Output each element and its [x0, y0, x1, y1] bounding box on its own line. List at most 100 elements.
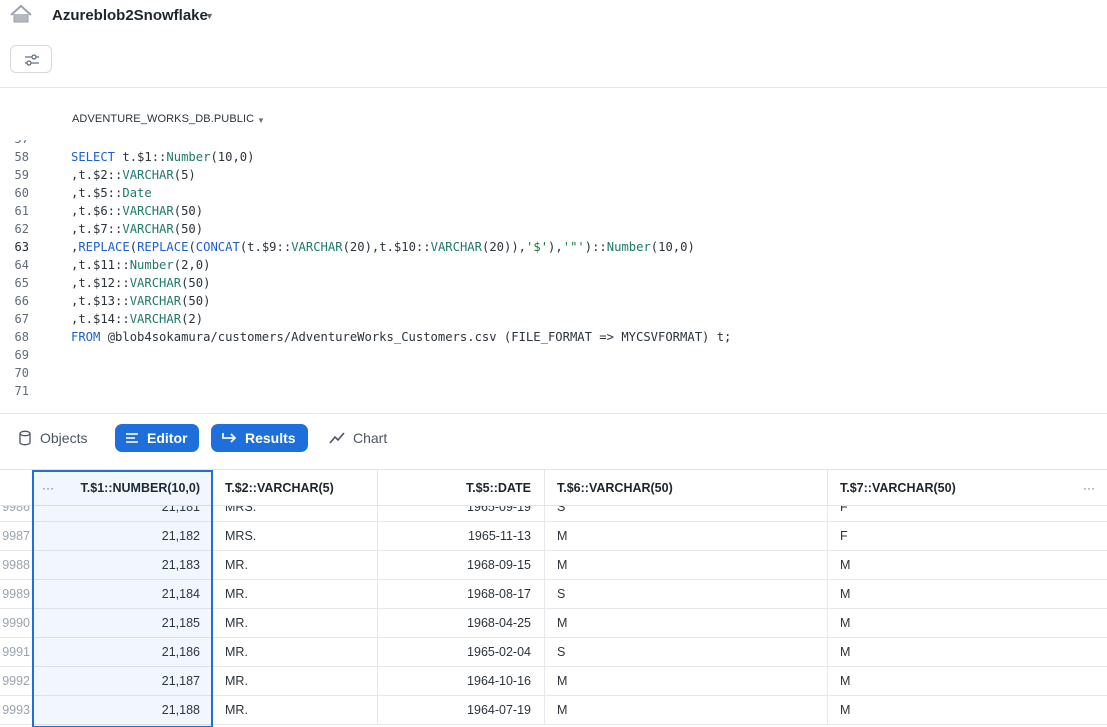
code-line[interactable]: 58 SELECT t.$1::Number(10,0): [0, 148, 1107, 166]
chevron-down-icon[interactable]: ▼: [257, 116, 265, 125]
table-cell[interactable]: M: [545, 696, 828, 725]
table-cell[interactable]: 1965-11-13: [378, 522, 545, 551]
database-context-selector[interactable]: ADVENTURE_WORKS_DB.PUBLIC: [72, 113, 254, 125]
row-number: 9992: [2, 674, 30, 688]
code-line[interactable]: 64 ,t.$11::Number(2,0): [0, 256, 1107, 274]
filter-settings-button[interactable]: [10, 45, 52, 73]
table-cell[interactable]: 21,182: [32, 522, 213, 551]
table-cell[interactable]: MR.: [213, 551, 378, 580]
code-line[interactable]: 69: [0, 346, 1107, 364]
table-cell[interactable]: MR.: [213, 667, 378, 696]
table-cell[interactable]: M: [828, 667, 1107, 696]
table-cell[interactable]: MRS.: [213, 522, 378, 551]
line-number: 67: [14, 312, 29, 326]
line-number: 62: [14, 222, 29, 236]
line-number: 58: [14, 150, 29, 164]
table-cell[interactable]: M: [828, 638, 1107, 667]
table-cell[interactable]: M: [545, 667, 828, 696]
code-line[interactable]: 63 ,REPLACE(REPLACE(CONCAT(t.$9::VARCHAR(…: [0, 238, 1107, 256]
column-menu-icon[interactable]: ···: [1083, 470, 1095, 506]
table-cell[interactable]: M: [545, 522, 828, 551]
code-line[interactable]: 59 ,t.$2::VARCHAR(5): [0, 166, 1107, 184]
sql-editor[interactable]: 5758 SELECT t.$1::Number(10,0)59 ,t.$2::VA…: [0, 140, 1107, 412]
table-cell[interactable]: MR.: [213, 696, 378, 725]
table-cell[interactable]: 21,184: [32, 580, 213, 609]
table-cell[interactable]: MR.: [213, 580, 378, 609]
results-grid[interactable]: 9986 21,181 MRS. 1965-09-19 S F 9987 21,182 MRS.…: [0, 469, 1107, 727]
code-text: ,t.$13::VARCHAR(50): [71, 294, 211, 308]
code-text: ,REPLACE(REPLACE(CONCAT(t.$9::VARCHAR(20…: [71, 240, 695, 254]
table-cell[interactable]: S: [545, 638, 828, 667]
table-row[interactable]: 9992 21,187 MR. 1964-10-16 M M: [0, 667, 1107, 696]
line-chart-icon: [329, 432, 345, 444]
table-cell[interactable]: M: [545, 609, 828, 638]
code-text: FROM @blob4sokamura/customers/AdventureW…: [71, 330, 732, 344]
row-number: 9988: [2, 558, 30, 572]
home-icon[interactable]: [9, 4, 33, 24]
table-cell[interactable]: M: [828, 609, 1107, 638]
table-cell[interactable]: 1964-07-19: [378, 696, 545, 725]
column-header[interactable]: T.$7::VARCHAR(50): [828, 470, 1107, 506]
table-cell[interactable]: 21,185: [32, 609, 213, 638]
table-row[interactable]: 9987 21,182 MRS. 1965-11-13 M F: [0, 522, 1107, 551]
code-line[interactable]: 70: [0, 364, 1107, 382]
table-row[interactable]: 9993 21,188 MR. 1964-07-19 M M: [0, 696, 1107, 725]
worksheet-title[interactable]: Azureblob2Snowflake: [52, 7, 208, 24]
code-line[interactable]: 57: [0, 140, 1107, 148]
table-cell[interactable]: 21,183: [32, 551, 213, 580]
column-header[interactable]: T.$2::VARCHAR(5): [213, 470, 378, 506]
tab-results-label: Results: [245, 430, 296, 446]
table-cell[interactable]: M: [828, 580, 1107, 609]
line-number: 60: [14, 186, 29, 200]
table-cell[interactable]: 1968-08-17: [378, 580, 545, 609]
table-row[interactable]: 9988 21,183 MR. 1968-09-15 M M: [0, 551, 1107, 580]
table-cell[interactable]: 1964-10-16: [378, 667, 545, 696]
column-header[interactable]: T.$6::VARCHAR(50): [545, 470, 828, 506]
line-number: 66: [14, 294, 29, 308]
table-cell[interactable]: F: [828, 522, 1107, 551]
table-cell[interactable]: S: [545, 580, 828, 609]
tab-editor-label: Editor: [147, 430, 188, 446]
table-cell[interactable]: M: [828, 696, 1107, 725]
table-row[interactable]: 9990 21,185 MR. 1968-04-25 M M: [0, 609, 1107, 638]
table-cell[interactable]: 21,186: [32, 638, 213, 667]
code-text: ,t.$6::VARCHAR(50): [71, 204, 204, 218]
table-row[interactable]: 9989 21,184 MR. 1968-08-17 S M: [0, 580, 1107, 609]
return-arrow-icon: [222, 433, 237, 443]
code-text: ,t.$11::Number(2,0): [71, 258, 211, 272]
top-bar: Azureblob2Snowflake ▼: [0, 0, 1107, 88]
line-number: 71: [14, 384, 29, 398]
table-cell[interactable]: 1968-04-25: [378, 609, 545, 638]
table-cell[interactable]: 21,187: [32, 667, 213, 696]
code-line[interactable]: 67 ,t.$14::VARCHAR(2): [0, 310, 1107, 328]
tab-chart[interactable]: Chart: [329, 424, 387, 452]
table-cell[interactable]: M: [828, 551, 1107, 580]
table-cell[interactable]: 1968-09-15: [378, 551, 545, 580]
table-cell[interactable]: 21,188: [32, 696, 213, 725]
table-cell[interactable]: M: [545, 551, 828, 580]
code-line[interactable]: 61 ,t.$6::VARCHAR(50): [0, 202, 1107, 220]
tab-objects[interactable]: Objects: [18, 424, 87, 452]
tab-editor[interactable]: Editor: [115, 424, 200, 452]
table-row[interactable]: 9991 21,186 MR. 1965-02-04 S M: [0, 638, 1107, 667]
code-line[interactable]: 60 ,t.$5::Date: [0, 184, 1107, 202]
code-line[interactable]: 71: [0, 382, 1107, 400]
code-text: ,t.$5::Date: [71, 186, 152, 200]
row-number: 9989: [2, 587, 30, 601]
table-cell[interactable]: 1965-02-04: [378, 638, 545, 667]
row-number: 9993: [2, 703, 30, 717]
column-header[interactable]: T.$5::DATE: [378, 470, 545, 506]
table-cell[interactable]: MR.: [213, 638, 378, 667]
code-line[interactable]: 65 ,t.$12::VARCHAR(50): [0, 274, 1107, 292]
code-text: ,t.$14::VARCHAR(2): [71, 312, 204, 326]
code-line[interactable]: 68 FROM @blob4sokamura/customers/Adventur…: [0, 328, 1107, 346]
line-number: 64: [14, 258, 29, 272]
chevron-down-icon[interactable]: ▼: [205, 11, 214, 21]
code-line[interactable]: 66 ,t.$13::VARCHAR(50): [0, 292, 1107, 310]
code-line[interactable]: 62 ,t.$7::VARCHAR(50): [0, 220, 1107, 238]
code-text: SELECT t.$1::Number(10,0): [71, 150, 255, 164]
tab-objects-label: Objects: [40, 430, 88, 446]
tab-results[interactable]: Results: [211, 424, 308, 452]
column-header[interactable]: T.$1::NUMBER(10,0): [32, 470, 213, 506]
table-cell[interactable]: MR.: [213, 609, 378, 638]
